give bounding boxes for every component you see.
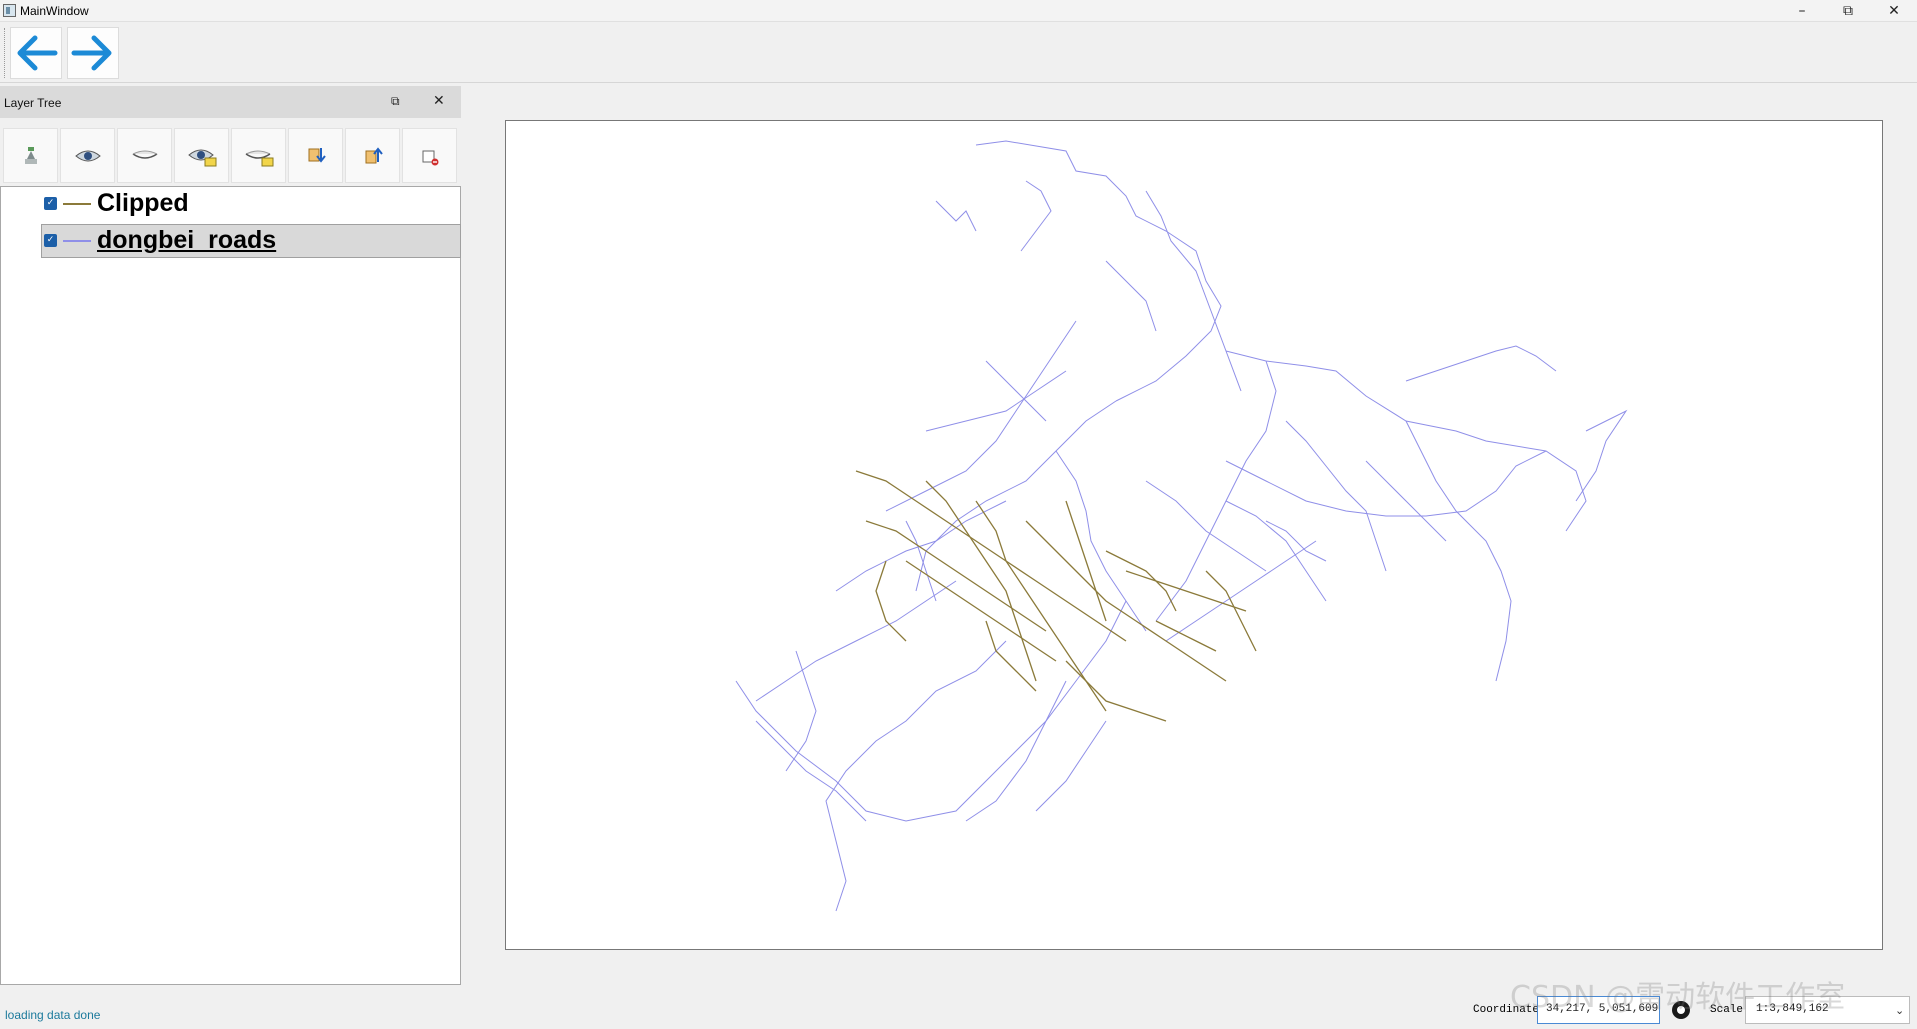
layer-row-clipped[interactable]: ✓ Clipped [41,187,461,221]
title-bar: MainWindow – ⧉ ✕ [0,0,1917,22]
layer-checkbox[interactable]: ✓ [44,234,57,247]
float-dock-icon[interactable]: ⧉ [391,94,400,109]
remove-layer-button[interactable] [402,128,457,183]
add-layer-button[interactable] [3,128,58,183]
minimize-button[interactable]: – [1779,0,1825,22]
watermark: CSDN @雷动软件工作室 [1510,980,1846,1015]
layer-row-dongbei-roads[interactable]: ✓ dongbei_roads [41,224,461,258]
layer-name: dongbei_roads [97,226,277,254]
remove-layer-icon [422,150,439,166]
layer-checkbox[interactable]: ✓ [44,197,57,210]
eye-icon [75,150,101,162]
show-layer-button[interactable] [60,128,115,183]
close-dock-icon[interactable]: ✕ [433,92,445,109]
layer-tree-dock-header: Layer Tree ⧉ ✕ [0,86,461,118]
window-title: MainWindow [20,4,89,18]
move-up-icon [365,147,383,164]
add-layer-icon [25,147,37,164]
arrow-left-icon [17,35,58,71]
layer-tree[interactable]: ✓ Clipped ✓ dongbei_roads [0,186,461,985]
move-layer-down-button[interactable] [288,128,343,183]
dock-title: Layer Tree [4,96,62,110]
map-canvas[interactable] [505,120,1883,950]
forward-button[interactable] [67,27,119,79]
arrow-right-icon [71,35,112,71]
chevron-down-icon[interactable]: ⌄ [1895,1004,1904,1017]
close-window-button[interactable]: ✕ [1871,0,1917,22]
hide-selected-button[interactable] [231,128,286,183]
move-layer-up-button[interactable] [345,128,400,183]
map-roads [735,140,1628,912]
closed-eye-icon [132,150,158,159]
hide-layer-button[interactable] [117,128,172,183]
move-down-icon [308,148,326,163]
clipped-layer [855,470,1257,722]
restore-button[interactable]: ⧉ [1825,0,1871,22]
eye-selection-icon [188,149,217,167]
layer-name: Clipped [97,189,189,217]
main-toolbar [0,22,1917,83]
toolbar-grip[interactable] [4,28,7,78]
back-button[interactable] [10,27,62,79]
app-icon [3,4,16,17]
roads-layer [735,140,1628,912]
layer-legend-line [63,240,91,242]
status-message: loading data done [5,1008,101,1022]
show-selected-button[interactable] [174,128,229,183]
layer-legend-line [63,203,91,205]
closed-eye-selection-icon [245,150,274,167]
